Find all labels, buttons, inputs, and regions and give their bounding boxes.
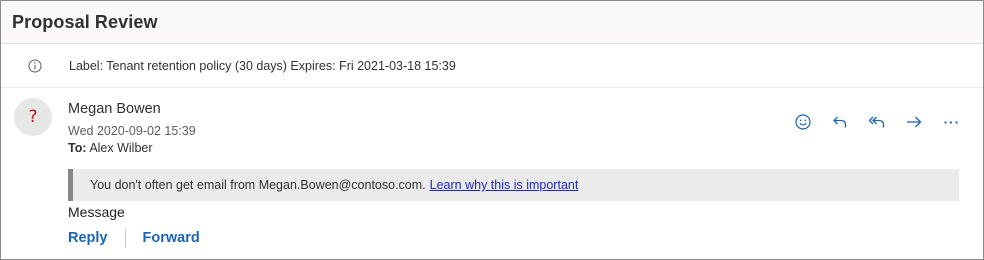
sender-name[interactable]: Megan Bowen: [68, 101, 161, 117]
forward-button[interactable]: [895, 111, 932, 133]
learn-why-link[interactable]: Learn why this is important: [430, 178, 579, 192]
reply-icon: [832, 116, 846, 128]
message-body: Message: [68, 204, 125, 220]
emoji-reaction-button[interactable]: [784, 111, 821, 133]
message-area: ? Megan Bowen Wed 2020-09-02 15:39 To: A…: [1, 88, 983, 258]
reply-all-icon: [868, 116, 884, 128]
more-actions-button[interactable]: [932, 111, 969, 133]
recipient-line: To: Alex Wilber: [68, 141, 153, 155]
retention-label-text: Label: Tenant retention policy (30 days)…: [69, 59, 456, 73]
emoji-icon: [794, 114, 811, 130]
reply-button[interactable]: [821, 111, 858, 133]
recipient-name[interactable]: Alex Wilber: [89, 141, 152, 155]
forward-link[interactable]: Forward: [143, 230, 200, 246]
warning-text: You don't often get email from Megan.Bow…: [90, 178, 426, 192]
forward-icon: [906, 116, 921, 128]
more-icon: [943, 121, 958, 124]
divider: [124, 229, 126, 247]
sent-date: Wed 2020-09-02 15:39: [68, 124, 196, 138]
email-header: Proposal Review: [1, 1, 983, 44]
avatar[interactable]: ?: [14, 98, 52, 136]
to-label: To:: [68, 141, 87, 155]
email-window: Proposal Review Label: Tenant retention …: [0, 0, 984, 260]
reply-all-button[interactable]: [858, 111, 895, 133]
external-sender-warning: You don't often get email from Megan.Bow…: [68, 169, 959, 201]
email-subject: Proposal Review: [12, 11, 158, 32]
info-icon: [28, 59, 42, 73]
reply-link[interactable]: Reply: [68, 230, 108, 246]
retention-label-bar: Label: Tenant retention policy (30 days)…: [1, 44, 983, 88]
quick-reply-bar: Reply Forward: [68, 228, 200, 248]
message-actions: [784, 111, 969, 133]
